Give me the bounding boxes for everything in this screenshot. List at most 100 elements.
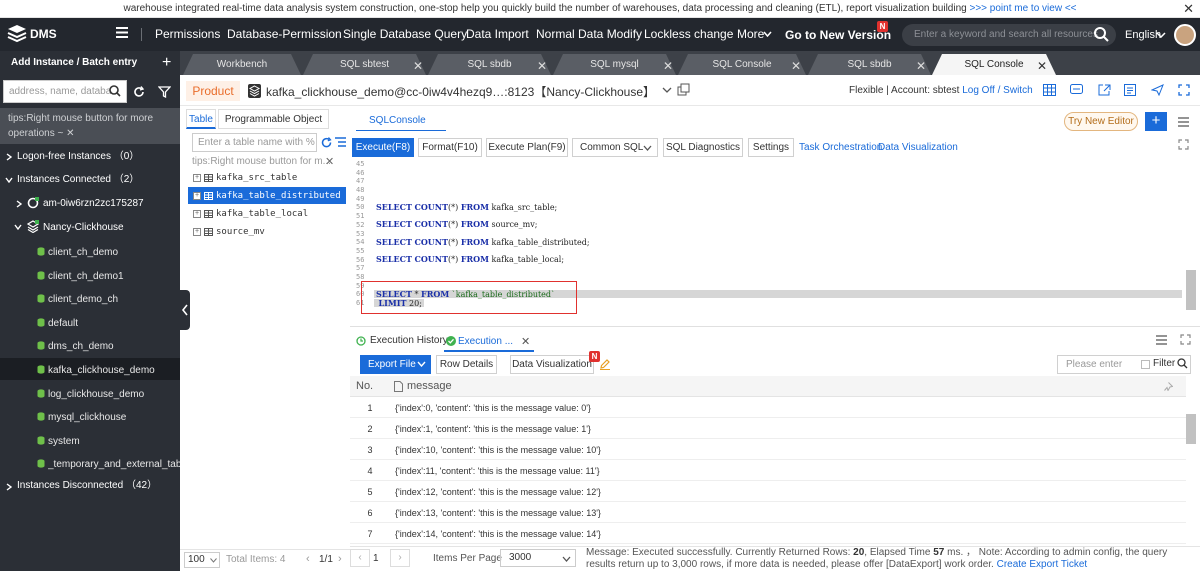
chevron-right-icon[interactable] <box>6 483 12 491</box>
row-details-button[interactable]: Row Details <box>436 355 497 374</box>
global-search-input[interactable]: Enter a keyword and search all resources <box>902 24 1116 46</box>
nav-lockless-change[interactable]: Lockless change <box>644 27 733 41</box>
tab-table[interactable]: Table <box>186 109 216 129</box>
tab-sql-mysql[interactable]: SQL mysql <box>553 54 676 75</box>
refresh-icon[interactable] <box>321 137 332 148</box>
chevron-down-icon[interactable] <box>14 224 22 230</box>
group-connected[interactable]: Instances Connected （2） <box>17 173 139 187</box>
nav-more[interactable]: More <box>737 27 764 41</box>
database-item[interactable]: client_ch_demo <box>48 246 118 260</box>
filter-checkbox[interactable] <box>1141 360 1150 369</box>
next-page-icon[interactable]: › <box>338 553 342 565</box>
product-button[interactable]: Product <box>186 81 240 101</box>
table-icon[interactable] <box>1043 84 1056 96</box>
expand-icon[interactable]: + <box>193 210 201 218</box>
new-version-link[interactable]: Go to New Version <box>785 28 891 42</box>
filter-icon[interactable] <box>158 86 171 98</box>
banner-link[interactable]: >>> point me to view << <box>970 3 1077 14</box>
search-icon[interactable] <box>109 85 121 97</box>
chevron-down-icon[interactable] <box>662 87 672 93</box>
expand-icon[interactable]: + <box>193 174 201 182</box>
chat-icon[interactable] <box>1070 84 1083 96</box>
execution-result-tab[interactable]: Execution ... <box>458 336 513 347</box>
database-item[interactable]: log_clickhouse_demo <box>48 388 144 402</box>
format-button[interactable]: Format(F10) <box>418 138 482 157</box>
external-link-icon[interactable] <box>1098 84 1111 96</box>
banner-close-button[interactable]: ✕ <box>1183 1 1194 17</box>
expand-icon[interactable]: + <box>193 228 201 236</box>
close-icon[interactable]: ✕ <box>1037 60 1047 72</box>
table-item[interactable]: kafka_src_table <box>216 173 297 183</box>
menu-icon[interactable] <box>1156 335 1167 345</box>
table-item[interactable]: kafka_table_local <box>216 209 308 219</box>
logoff-switch-link[interactable]: Log Off / Switch <box>962 85 1032 96</box>
tab-sql-sbtest[interactable]: SQL sbtest <box>303 54 426 75</box>
expand-editor-icon[interactable] <box>1178 139 1189 150</box>
instance-am[interactable]: am-0iw6rzn2zc175287 <box>43 197 144 211</box>
group-disconnected[interactable]: Instances Disconnected （42） <box>17 479 157 493</box>
nav-normal-data-modify[interactable]: Normal Data Modify <box>536 27 642 41</box>
table-search-input[interactable]: Enter a table name with % fo <box>192 133 317 152</box>
nav-permissions[interactable]: Permissions <box>155 27 220 41</box>
instance-nancy-clickhouse[interactable]: Nancy-Clickhouse <box>43 221 124 235</box>
try-new-editor-button[interactable]: Try New Editor <box>1064 112 1138 131</box>
database-item[interactable]: _temporary_and_external_tables <box>48 458 180 472</box>
database-item[interactable]: dms_ch_demo <box>48 340 114 354</box>
tab-sql-console[interactable]: SQL Console <box>678 54 806 75</box>
edit-pencil-icon[interactable] <box>599 358 611 370</box>
menu-icon[interactable] <box>1178 117 1189 127</box>
database-item[interactable]: default <box>48 317 78 331</box>
column-header-message[interactable]: message <box>407 380 452 392</box>
tab-programmable-object[interactable]: Programmable Object <box>218 109 329 129</box>
nav-data-import[interactable]: Data Import <box>466 27 529 41</box>
search-icon[interactable] <box>1094 27 1109 42</box>
close-icon[interactable]: ✕ <box>66 128 74 139</box>
close-icon[interactable]: ✕ <box>325 155 334 168</box>
close-icon[interactable]: ✕ <box>521 335 530 348</box>
close-icon[interactable]: ✕ <box>791 60 801 72</box>
task-orchestration-link[interactable]: Task Orchestration <box>799 142 882 153</box>
execute-button[interactable]: Execute(F8) <box>352 138 414 157</box>
send-icon[interactable] <box>1151 84 1164 96</box>
user-avatar[interactable] <box>1174 24 1196 46</box>
database-item[interactable]: mysql_clickhouse <box>48 411 126 425</box>
sidebar-collapse-handle[interactable] <box>180 290 190 330</box>
nav-single-database-query[interactable]: Single Database Query <box>343 27 467 41</box>
close-icon[interactable]: ✕ <box>663 60 673 72</box>
close-icon[interactable]: ✕ <box>916 60 926 72</box>
chevron-right-icon[interactable] <box>16 200 22 208</box>
add-instance-link[interactable]: Add Instance / Batch entry <box>0 51 180 75</box>
group-logon-free[interactable]: Logon-free Instances （0） <box>17 150 139 164</box>
close-icon[interactable]: ✕ <box>413 60 423 72</box>
new-console-button[interactable]: + <box>1145 112 1167 131</box>
results-scrollbar[interactable] <box>1186 414 1196 444</box>
database-item[interactable]: client_demo_ch <box>48 293 118 307</box>
tab-workbench[interactable]: Workbench <box>183 54 301 75</box>
expand-results-icon[interactable] <box>1180 334 1191 345</box>
sql-diagnostics-button[interactable]: SQL Diagnostics <box>663 138 743 157</box>
create-export-ticket-link[interactable]: Create Export Ticket <box>997 559 1088 570</box>
fullscreen-icon[interactable] <box>1178 84 1190 96</box>
list-icon[interactable] <box>335 137 346 147</box>
expand-icon[interactable]: + <box>193 192 201 200</box>
search-icon[interactable] <box>1177 358 1188 369</box>
pin-icon[interactable] <box>1164 382 1173 391</box>
database-item[interactable]: client_ch_demo1 <box>48 270 124 284</box>
close-icon[interactable]: ✕ <box>537 60 547 72</box>
prev-page-icon[interactable]: ‹ <box>306 553 310 565</box>
prev-page-button[interactable]: ‹ <box>350 549 370 567</box>
chevron-down-icon[interactable] <box>5 177 13 183</box>
next-page-button[interactable]: › <box>390 549 410 567</box>
execute-plan-button[interactable]: Execute Plan(F9) <box>486 138 568 157</box>
tab-sql-sbdb-2[interactable]: SQL sbdb <box>808 54 931 75</box>
execution-history-tab[interactable]: Execution History <box>370 335 448 346</box>
settings-button[interactable]: Settings <box>748 138 794 157</box>
chevron-right-icon[interactable] <box>6 153 12 161</box>
tab-sql-sbdb[interactable]: SQL sbdb <box>428 54 551 75</box>
document-icon[interactable] <box>1124 84 1136 96</box>
refresh-icon[interactable] <box>133 86 145 98</box>
editor-scrollbar[interactable] <box>1186 270 1196 310</box>
copy-icon[interactable] <box>677 83 690 96</box>
add-instance-button[interactable]: + <box>162 53 171 73</box>
table-item-selected[interactable]: kafka_table_distributed <box>216 191 341 201</box>
